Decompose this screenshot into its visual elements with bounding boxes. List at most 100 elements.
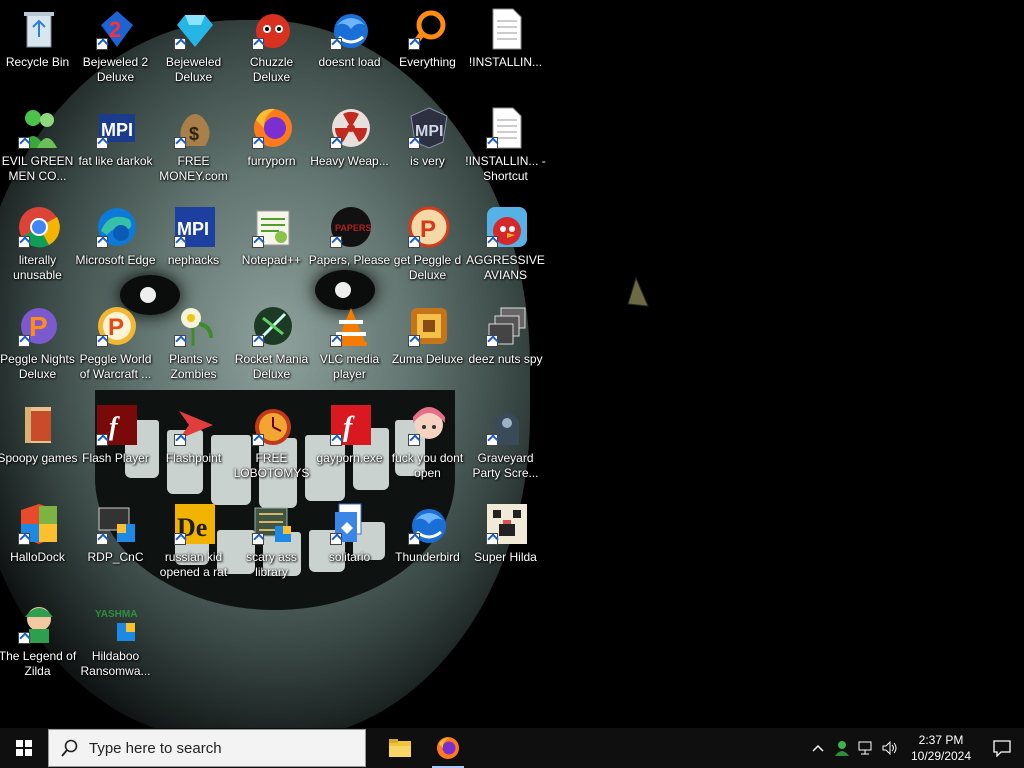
desktop-icon[interactable]: The Legend of Zilda <box>0 600 78 679</box>
desktop-icon[interactable]: $ FREE MONEY.com <box>156 105 234 184</box>
show-hidden-icons-button[interactable] <box>806 728 830 768</box>
desktop-icon[interactable]: Recycle Bin <box>0 6 78 70</box>
clock-date: 10/29/2024 <box>910 749 972 763</box>
taskbar-search-box[interactable]: Type here to search <box>48 729 366 767</box>
file-explorer-taskbar-button[interactable] <box>376 728 424 768</box>
desktop-icon[interactable]: VLC media player <box>312 303 390 382</box>
gem-icon <box>172 6 218 52</box>
desktop-icon[interactable]: !INSTALLIN... <box>468 6 546 70</box>
network-button[interactable] <box>854 728 878 768</box>
clock-red-icon <box>250 402 296 448</box>
shortcut-arrow-icon <box>252 236 264 248</box>
desktop-icon[interactable]: Chuzzle Deluxe <box>234 6 312 85</box>
shortcut-arrow-icon <box>96 137 108 149</box>
shortcut-arrow-icon <box>18 632 30 644</box>
desktop-icon-label: Graveyard Party Scre... <box>472 451 539 480</box>
desktop-icon[interactable]: !INSTALLIN... - Shortcut <box>465 105 546 184</box>
desktop-icon[interactable]: Zuma Deluxe <box>390 303 468 367</box>
messenger-icon <box>16 105 62 151</box>
recycle-bin-icon <box>16 6 62 52</box>
desktop-icon-label: The Legend of Zilda <box>0 649 77 678</box>
desktop-icon[interactable]: Notepad++ <box>234 204 312 268</box>
desktop-icon[interactable]: YASHMA Hildaboo Ransomwa... <box>78 600 156 679</box>
desktop-icon[interactable]: Bejeweled Deluxe <box>156 6 234 85</box>
svg-text:2: 2 <box>109 17 121 42</box>
desktop-icon[interactable]: f gayporn.exe <box>312 402 390 466</box>
shortcut-arrow-icon <box>174 533 186 545</box>
start-button[interactable] <box>0 728 48 768</box>
shortcut-arrow-icon <box>330 335 342 347</box>
desktop-icon[interactable]: Pget Peggle d Deluxe <box>390 204 468 283</box>
thunderbird-icon <box>406 501 452 547</box>
everything-search-icon <box>406 6 452 52</box>
vlc-icon <box>328 303 374 349</box>
desktop-icon-label: Peggle Nights Deluxe <box>0 352 75 381</box>
desktop-icon-label: deez nuts spy <box>468 352 543 366</box>
desktop-icon[interactable]: HalloDock <box>0 501 78 565</box>
desktop-icon[interactable]: Graveyard Party Scre... <box>468 402 546 481</box>
desktop-icon[interactable]: f Flash Player <box>78 402 156 466</box>
desktop-icon[interactable]: Rocket Mania Deluxe <box>234 303 312 382</box>
desktop-icon[interactable]: Everything <box>390 6 468 70</box>
pvz-flower-icon <box>172 303 218 349</box>
desktop-icon[interactable]: RDP_CnC <box>78 501 156 565</box>
search-placeholder: Type here to search <box>89 739 222 757</box>
desktop-icon-label: Heavy Weap... <box>310 154 389 168</box>
svg-text:PAPERS: PAPERS <box>335 223 371 233</box>
system-tray: 2:37 PM 10/29/2024 <box>806 728 1024 768</box>
graveyard-icon <box>484 402 530 448</box>
svg-text:$: $ <box>189 124 199 144</box>
desktop-icon[interactable]: Spoopy games <box>0 402 78 466</box>
desktop-icon[interactable]: Microsoft Edge <box>75 204 156 268</box>
flash-red-icon: f <box>328 402 374 448</box>
shortcut-arrow-icon <box>18 335 30 347</box>
volume-button[interactable] <box>878 728 902 768</box>
desktop-icon[interactable]: literally unusable <box>0 204 78 283</box>
desktop-icon-label: FREE MONEY.com <box>159 154 228 183</box>
shortcut-arrow-icon <box>252 533 264 545</box>
desktop-icon[interactable]: fuck you dont open <box>390 402 468 481</box>
firefox-taskbar-button[interactable] <box>424 728 472 768</box>
desktop-icon[interactable]: MPI fat like darkok <box>78 105 156 169</box>
desktop-icon-label: scary ass library <box>246 550 297 579</box>
thunderbird-icon <box>328 6 374 52</box>
shortcut-arrow-icon <box>18 236 30 248</box>
desktop-icon[interactable]: MPI nephacks <box>156 204 234 268</box>
shortcut-arrow-icon <box>96 335 108 347</box>
desktop-icon[interactable]: doesnt load <box>312 6 390 70</box>
desktop-icon-label: fuck you dont open <box>391 451 464 480</box>
desktop-icon-label: russian kid opened a rat <box>159 550 228 579</box>
desktop-icon[interactable]: P Peggle World of Warcraft ... <box>78 303 156 382</box>
mpi-dark-icon: MPI <box>406 105 452 151</box>
desktop-icon[interactable]: Flashpoint <box>156 402 234 466</box>
notepadpp-icon <box>250 204 296 250</box>
desktop-icon[interactable]: EVIL GREEN MEN CO... <box>0 105 78 184</box>
rdp-icon <box>94 501 140 547</box>
desktop-icon[interactable]: Super Hilda <box>468 501 546 565</box>
desktop-icon[interactable]: MPI is very <box>390 105 468 169</box>
desktop-icon[interactable]: PAPERS Papers, Please <box>309 204 390 268</box>
taskbar-clock[interactable]: 2:37 PM 10/29/2024 <box>902 732 980 764</box>
shortcut-arrow-icon <box>408 533 420 545</box>
desktop-icon[interactable]: 2 Bejeweled 2 Deluxe <box>78 6 156 85</box>
firefox-icon <box>437 737 459 759</box>
desktop-icon[interactable]: De russian kid opened a rat <box>156 501 234 580</box>
desktop-icon[interactable]: furryporn <box>234 105 312 169</box>
desktop-icon[interactable]: Thunderbird <box>390 501 468 565</box>
desktop-icon[interactable]: AGGRESSIVE AVIANS <box>466 204 546 283</box>
desktop-icon[interactable]: deez nuts spy <box>468 303 546 367</box>
desktop-icon[interactable]: FREE LOBOTOMYS <box>234 402 312 481</box>
notification-center-button[interactable] <box>980 728 1024 768</box>
tray-app-icon[interactable] <box>830 728 854 768</box>
desktop-icon[interactable]: Plants vs Zombies <box>156 303 234 382</box>
desktop-icon[interactable]: Heavy Weap... <box>310 105 390 169</box>
text-file-icon <box>484 105 530 151</box>
desktop-icon[interactable]: scary ass library <box>234 501 312 580</box>
shortcut-arrow-icon <box>486 137 498 149</box>
desktop-icon-label: Recycle Bin <box>5 55 70 69</box>
desktop-icon-label: fat like darkok <box>78 154 153 168</box>
firefox-icon <box>250 105 296 151</box>
desktop-icon[interactable]: solitario <box>312 501 390 565</box>
desktop-icon[interactable]: P Peggle Nights Deluxe <box>0 303 78 382</box>
search-icon <box>61 739 78 757</box>
